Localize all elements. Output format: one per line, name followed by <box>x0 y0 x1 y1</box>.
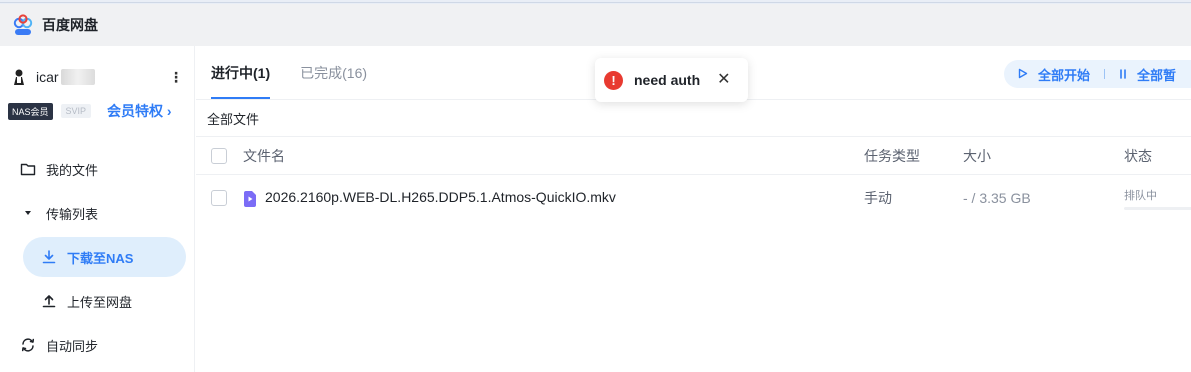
row-checkbox[interactable] <box>211 190 227 206</box>
file-name-cell: 2026.2160p.WEB-DL.H265.DDP5.1.Atmos-Quic… <box>243 189 616 207</box>
pause-all-button[interactable]: 全部暂 <box>1137 65 1176 84</box>
sync-icon <box>20 337 36 353</box>
sidebar-item-label: 自动同步 <box>46 338 99 354</box>
column-header-type[interactable]: 任务类型 <box>864 146 920 166</box>
status-cell: 排队中 <box>1124 187 1191 210</box>
tab-bar: 进行中(1) 已完成(16) <box>211 46 397 99</box>
nas-member-badge: NAS会员 <box>8 102 53 120</box>
select-all-checkbox[interactable] <box>211 147 227 164</box>
size-cell: - / 3.35 GB <box>963 190 1031 206</box>
svip-badge: SVIP <box>60 104 92 118</box>
member-privileges-link[interactable]: 会员特权 › <box>107 101 172 121</box>
sidebar-item-transfer-list[interactable]: 传输列表 <box>20 193 180 233</box>
column-header-status[interactable]: 状态 <box>1124 146 1152 166</box>
tab-in-progress[interactable]: 进行中(1) <box>211 46 271 99</box>
sidebar-item-download-to-nas[interactable]: 下载至NAS <box>23 237 186 277</box>
column-header-size[interactable]: 大小 <box>963 146 991 166</box>
table-row[interactable]: 2026.2160p.WEB-DL.H265.DDP5.1.Atmos-Quic… <box>196 175 1191 221</box>
username-blur <box>60 69 95 85</box>
sidebar-item-label: 上传至网盘 <box>67 294 133 310</box>
download-icon <box>41 249 57 265</box>
upload-icon <box>41 293 57 309</box>
video-file-icon <box>243 190 257 207</box>
membership-badges: NAS会员 SVIP 会员特权 › <box>8 101 172 121</box>
tab-completed[interactable]: 已完成(16) <box>300 46 367 99</box>
table-header: 文件名 任务类型 大小 状态 <box>196 137 1191 174</box>
username: icar <box>36 69 59 85</box>
progress-bar <box>1124 206 1191 210</box>
error-icon: ! <box>604 70 623 90</box>
main-panel: 进行中(1) 已完成(16) 全部开始 全部暂 全部文件 文件名 任务类型 大小… <box>196 46 1191 372</box>
file-name: 2026.2160p.WEB-DL.H265.DDP5.1.Atmos-Quic… <box>265 189 616 206</box>
folder-icon <box>20 161 36 177</box>
sidebar-item-auto-sync[interactable]: 自动同步 <box>20 325 180 365</box>
task-type-cell: 手动 <box>864 190 892 206</box>
triangle-down-icon <box>20 205 36 221</box>
start-all-button[interactable]: 全部开始 <box>1038 65 1090 84</box>
divider <box>1104 69 1106 79</box>
play-icon[interactable] <box>1018 67 1028 82</box>
sidebar-item-my-files[interactable]: 我的文件 <box>20 149 180 189</box>
error-toast: ! need auth ✕ <box>595 58 748 102</box>
sidebar-item-label: 传输列表 <box>46 206 99 222</box>
sidebar-item-label: 我的文件 <box>46 162 99 178</box>
sidebar-item-label: 下载至NAS <box>67 250 134 266</box>
app-title: 百度网盘 <box>42 17 98 33</box>
breadcrumb[interactable]: 全部文件 <box>207 109 259 128</box>
more-options-icon[interactable]: ⋮ <box>169 69 183 86</box>
status-text: 排队中 <box>1124 189 1157 202</box>
title-bar: 百度网盘 <box>0 4 1191 46</box>
close-icon[interactable]: ✕ <box>717 72 730 88</box>
user-row[interactable]: icar ⋮ <box>12 66 183 88</box>
avatar[interactable] <box>12 68 26 86</box>
column-header-name[interactable]: 文件名 <box>243 146 285 166</box>
toast-message: need auth <box>634 72 701 88</box>
batch-actions: 全部开始 全部暂 <box>1004 60 1191 88</box>
baidu-netdisk-logo-icon <box>12 14 34 36</box>
sidebar-item-upload-to-cloud[interactable]: 上传至网盘 <box>41 281 186 321</box>
sidebar: icar ⋮ NAS会员 SVIP 会员特权 › 我的文件 传输列表 下载至NA… <box>0 46 195 372</box>
pause-icon[interactable] <box>1119 67 1127 82</box>
